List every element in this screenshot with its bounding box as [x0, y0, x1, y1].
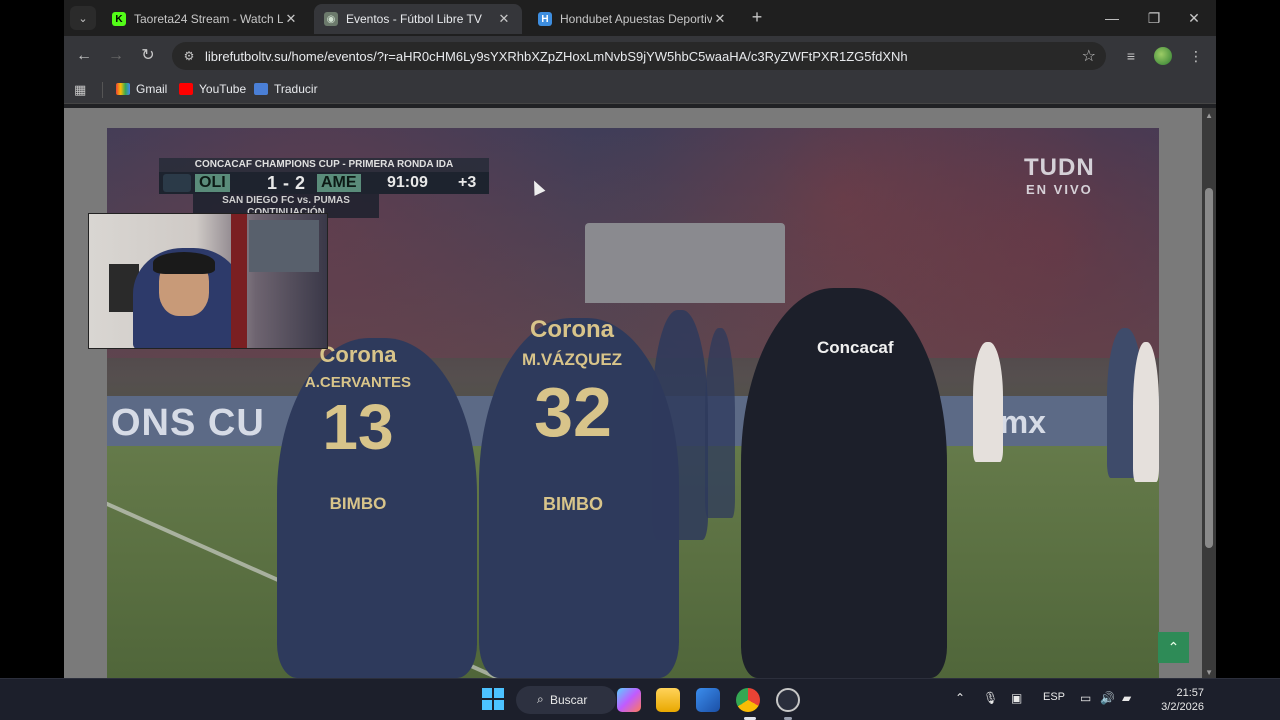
- restore-button[interactable]: ❐: [1134, 6, 1174, 30]
- url-text[interactable]: librefutboltv.su/home/eventos/?r=aHR0cHM…: [205, 49, 1065, 64]
- bookmark-traducir[interactable]: Traducir: [254, 82, 318, 96]
- minimize-button[interactable]: —: [1092, 6, 1132, 30]
- webcam-overlay: [88, 213, 328, 349]
- page-content: ONS CU e.mx Corona A.CERVANTES 13 BIMBO …: [64, 108, 1202, 678]
- taskbar: Buscar ⌕ ⌃ 🎙 ▣ ESP ▭ 🔊 ▰ 21:57 3/2/2026: [0, 678, 1280, 720]
- video-player[interactable]: ONS CU e.mx Corona A.CERVANTES 13 BIMBO …: [107, 128, 1159, 678]
- tab-eventos[interactable]: ◉ Eventos - Fútbol Libre TV ✕: [314, 4, 522, 34]
- menu-icon[interactable]: ⋮: [1185, 45, 1207, 67]
- official-shirt-text: Concacaf: [817, 338, 894, 357]
- chevron-up-icon: ⌃: [1167, 639, 1180, 655]
- close-icon[interactable]: ✕: [712, 11, 728, 27]
- bookmarks-bar: ▦ Gmail YouTube Traducir: [64, 76, 1216, 104]
- bookmark-gmail[interactable]: Gmail: [116, 82, 167, 96]
- volume-icon[interactable]: 🔊: [1100, 691, 1115, 705]
- taskbar-search[interactable]: Buscar: [516, 686, 616, 714]
- new-tab-button[interactable]: +: [746, 7, 768, 29]
- home-team: OLI: [195, 174, 230, 192]
- board-text: ONS CU: [111, 402, 265, 444]
- battery-icon[interactable]: ▰: [1122, 691, 1131, 705]
- scrollbar-thumb[interactable]: [1205, 188, 1213, 548]
- file-explorer-icon[interactable]: [656, 688, 680, 712]
- kick-icon: K: [112, 12, 126, 26]
- hondubet-icon: H: [538, 12, 552, 26]
- reading-list-icon[interactable]: ≡: [1120, 45, 1142, 67]
- web-page: ONS CU e.mx Corona A.CERVANTES 13 BIMBO …: [64, 108, 1216, 678]
- away-score: 2: [295, 173, 306, 193]
- close-icon[interactable]: ✕: [496, 11, 512, 27]
- forward-button[interactable]: →: [104, 44, 128, 68]
- competition-label: CONCACAF CHAMPIONS CUP - PRIMERA RONDA I…: [159, 158, 489, 172]
- address-bar[interactable]: ⚙ librefutboltv.su/home/eventos/?r=aHR0c…: [172, 42, 1106, 70]
- jersey-number: 32: [534, 373, 612, 451]
- competition-logo-icon: [163, 174, 191, 192]
- network-icon[interactable]: ▭: [1080, 691, 1091, 705]
- page-scrollbar[interactable]: ▲ ▼: [1202, 108, 1216, 678]
- start-button[interactable]: [482, 688, 504, 710]
- scroll-to-top-button[interactable]: ⌃: [1158, 632, 1189, 663]
- tab-search-button[interactable]: ⌄: [70, 6, 96, 30]
- bookmark-star-icon[interactable]: ☆: [1082, 46, 1096, 66]
- notification-icon[interactable]: ▣: [1011, 691, 1022, 705]
- broadcaster-live: EN VIVO: [1026, 182, 1093, 197]
- tab-hondubet[interactable]: H Hondubet Apuestas Deportivas ✕: [528, 4, 738, 34]
- player-background: [705, 328, 735, 518]
- player-opponent: [973, 342, 1003, 462]
- scroll-down-arrow-icon[interactable]: ▼: [1205, 668, 1213, 677]
- site-settings-icon[interactable]: ⚙: [180, 47, 198, 65]
- clock-time: 21:57: [1176, 687, 1204, 699]
- copilot-icon[interactable]: [617, 688, 641, 712]
- scroll-up-arrow-icon[interactable]: ▲: [1205, 111, 1213, 120]
- player-opponent: [1133, 342, 1159, 482]
- away-team: AME: [317, 174, 361, 192]
- streamer-hair: [153, 252, 215, 274]
- jersey-name: M.VÁZQUEZ: [521, 350, 623, 369]
- steam-icon[interactable]: [776, 688, 800, 712]
- stadium-tunnel: [585, 223, 785, 303]
- profile-avatar[interactable]: [1154, 47, 1172, 65]
- back-button[interactable]: ←: [72, 44, 96, 68]
- jersey-number: 13: [322, 391, 394, 463]
- outlook-icon[interactable]: [696, 688, 720, 712]
- microphone-icon[interactable]: 🎙: [983, 691, 998, 705]
- close-window-button[interactable]: ✕: [1174, 6, 1214, 30]
- home-score: 1: [267, 173, 278, 193]
- apps-grid-icon[interactable]: ▦: [74, 82, 86, 98]
- jersey-sponsor: Corona: [530, 316, 614, 343]
- chrome-icon[interactable]: [736, 688, 760, 712]
- globe-icon: ◉: [324, 12, 338, 26]
- browser-toolbar: ← → ↻ ⚙ librefutboltv.su/home/eventos/?r…: [64, 36, 1216, 76]
- tab-strip: ⌄ K Taoreta24 Stream - Watch Live ✕ ◉ Ev…: [64, 0, 1216, 36]
- jersey-lower-sponsor: BIMBO: [329, 494, 387, 513]
- youtube-icon: [179, 83, 193, 95]
- match-clock: 91:09: [387, 174, 428, 191]
- browser-window: ⌄ K Taoreta24 Stream - Watch Live ✕ ◉ Ev…: [64, 0, 1216, 678]
- webcam-monitor: [249, 220, 319, 272]
- tab-taoreta[interactable]: K Taoreta24 Stream - Watch Live ✕: [102, 4, 309, 34]
- bookmark-divider: [102, 82, 103, 98]
- score-separator: -: [283, 173, 289, 193]
- player-background: [652, 310, 708, 540]
- jersey-name: A.CERVANTES: [304, 374, 412, 391]
- chevron-up-icon[interactable]: ⌃: [955, 691, 965, 705]
- other-match: SAN DIEGO FC vs. PUMAS: [222, 195, 350, 206]
- windows-logo-icon: [482, 688, 492, 698]
- webcam-curtain: [231, 214, 247, 348]
- search-icon: ⌕: [537, 692, 544, 706]
- close-icon[interactable]: ✕: [283, 11, 299, 27]
- broadcaster-logo: TUDN: [1024, 154, 1095, 181]
- added-time: +3: [458, 174, 477, 191]
- language-indicator[interactable]: ESP: [1043, 691, 1065, 703]
- gmail-icon: [116, 83, 130, 95]
- desktop: ⌄ K Taoreta24 Stream - Watch Live ✕ ◉ Ev…: [0, 0, 1280, 720]
- system-clock[interactable]: 21:57 3/2/2026: [1148, 686, 1204, 714]
- jersey-lower-sponsor: BIMBO: [543, 494, 603, 514]
- bookmark-youtube[interactable]: YouTube: [179, 82, 246, 96]
- clock-date: 3/2/2026: [1161, 701, 1204, 713]
- translate-icon: [254, 83, 268, 95]
- reload-button[interactable]: ↻: [136, 44, 160, 68]
- chevron-down-icon: ⌄: [78, 12, 88, 25]
